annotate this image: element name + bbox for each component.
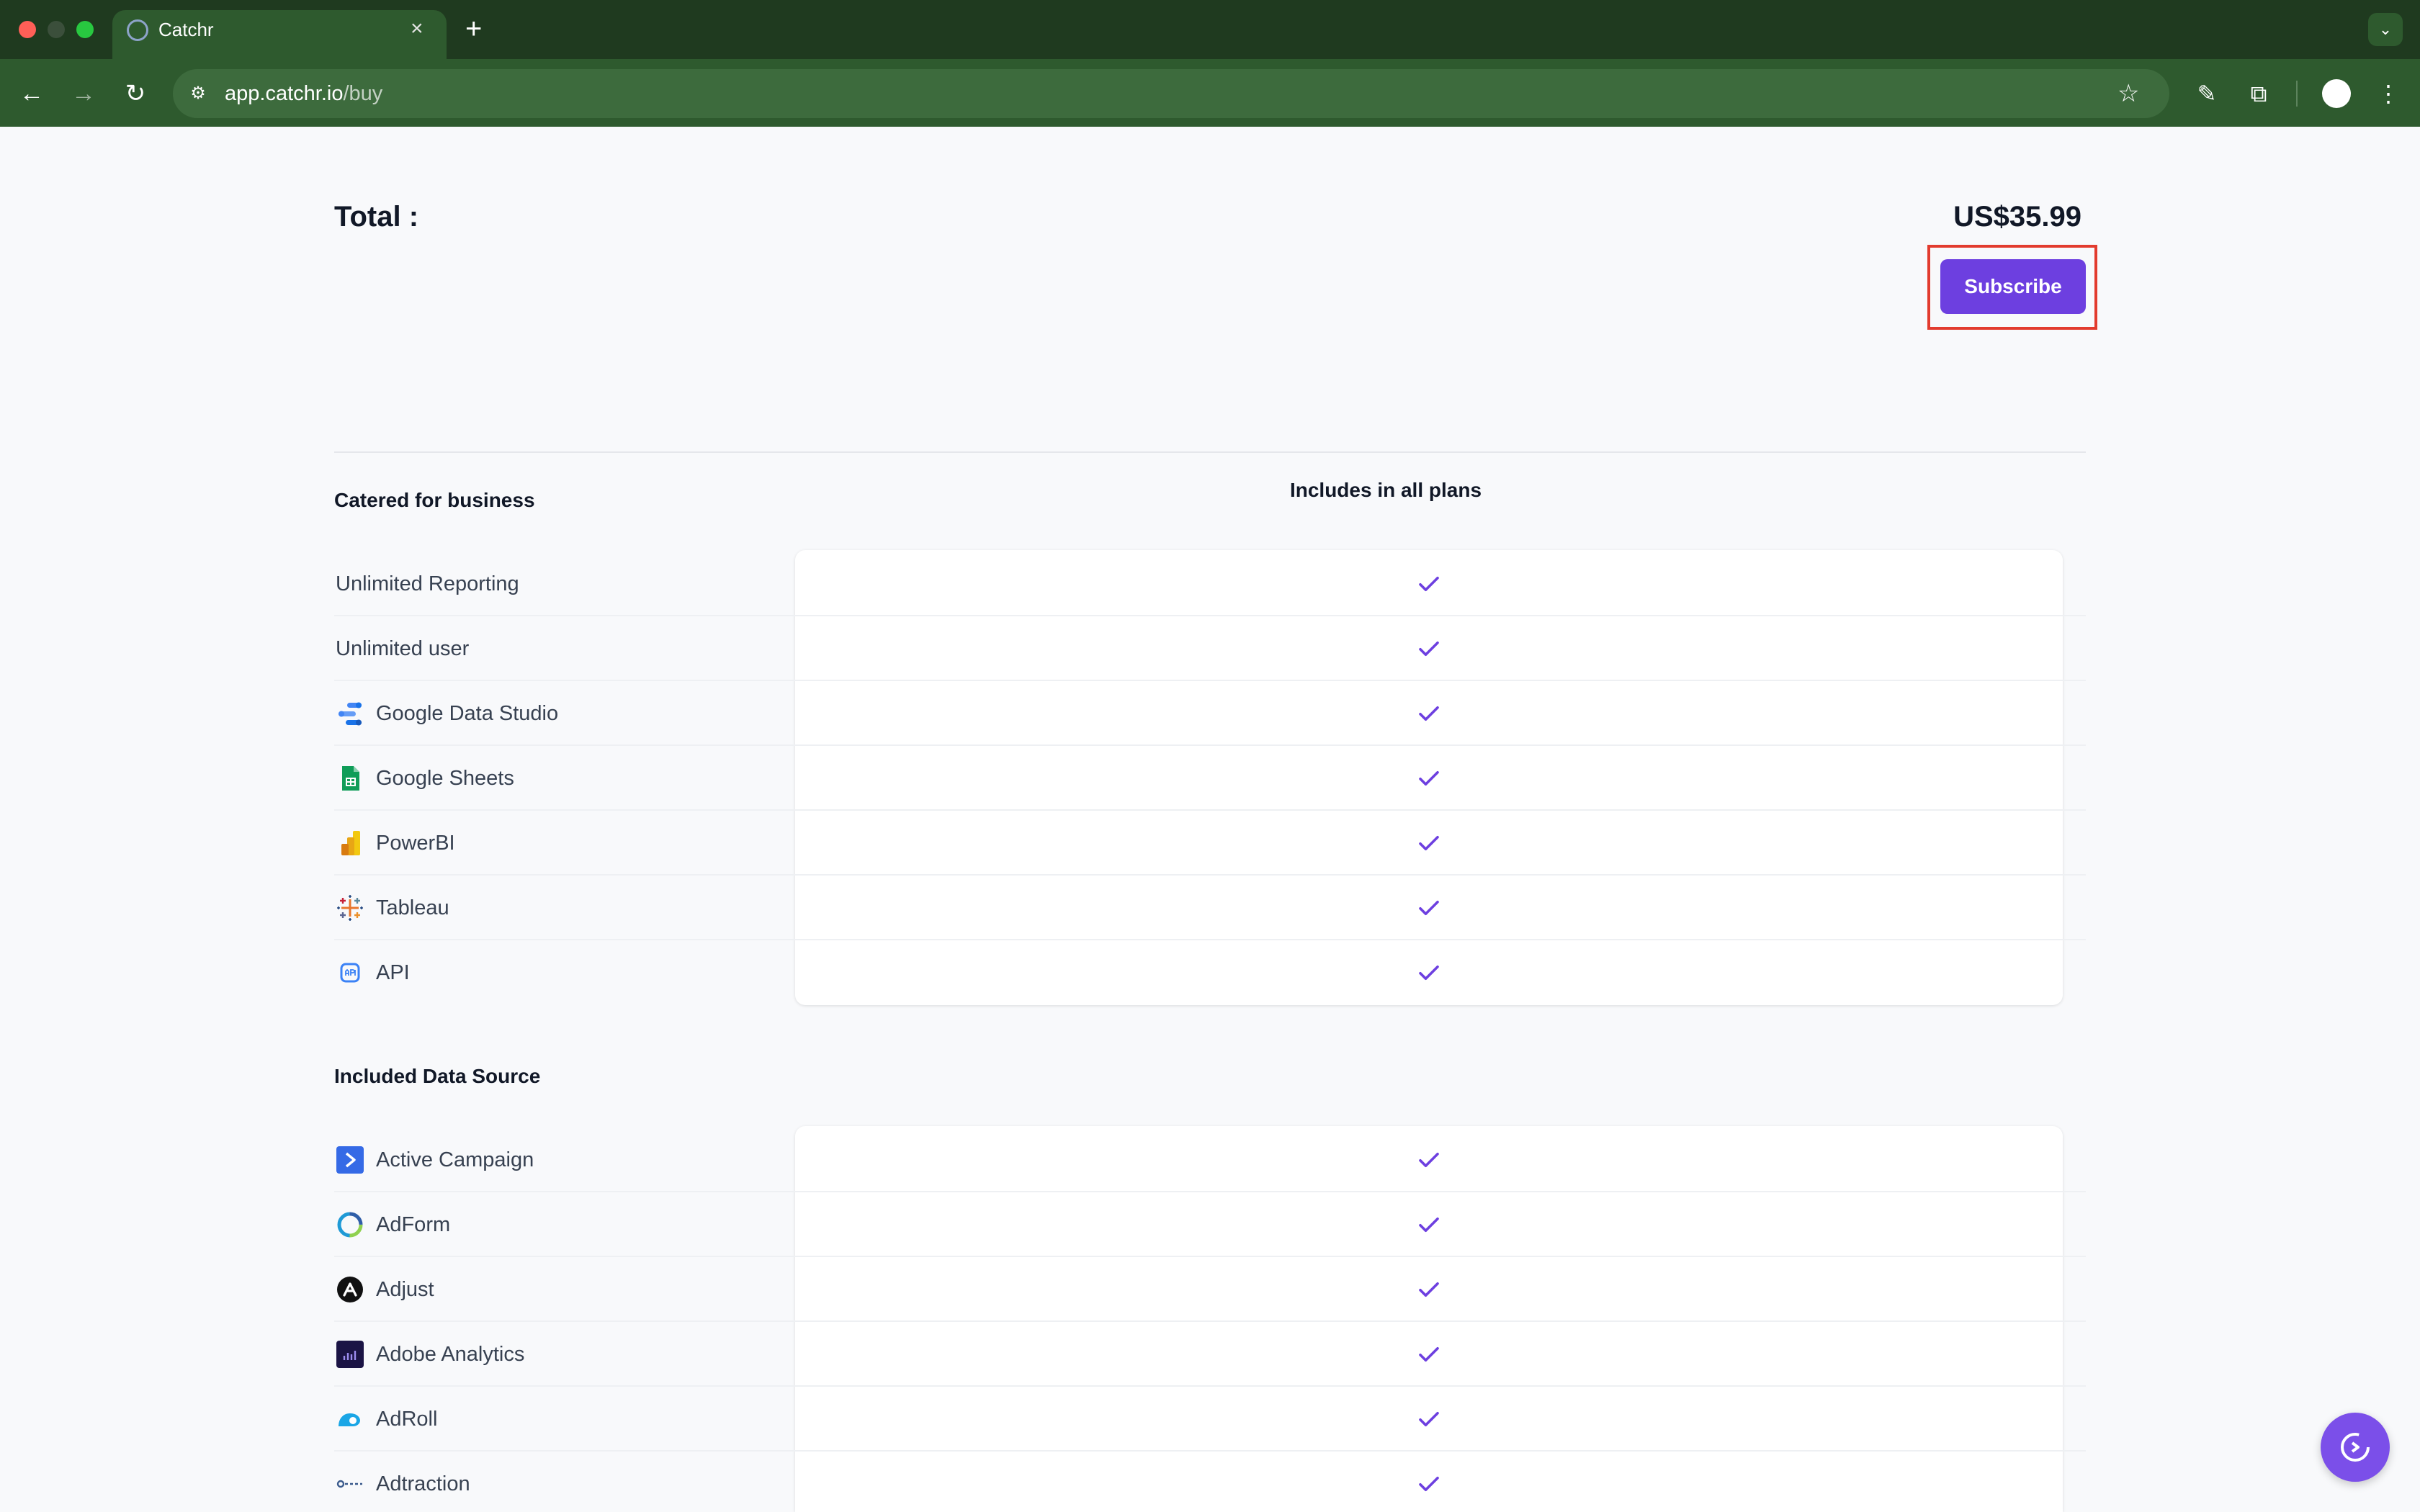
api-icon — [340, 963, 360, 983]
feature-row-google-sheets: Google Sheets — [334, 746, 2086, 811]
feature-label: API — [376, 961, 410, 984]
datasource-row-adform: AdForm — [334, 1192, 2086, 1257]
datasource-label: Adtraction — [376, 1472, 470, 1495]
feature-label: Unlimited Reporting — [336, 572, 519, 595]
check-icon — [1419, 1411, 1439, 1427]
adtraction-icon — [336, 1480, 362, 1488]
powerbi-icon — [341, 831, 360, 855]
new-tab-button[interactable]: + — [465, 13, 482, 45]
datasource-label: Adjust — [376, 1278, 434, 1301]
total-price: US$35.99 — [1953, 201, 2081, 233]
google-sheets-icon — [342, 766, 359, 791]
adobe-analytics-icon — [336, 1341, 364, 1368]
check-icon — [1419, 1282, 1439, 1297]
subscribe-button[interactable]: Subscribe — [1940, 259, 2086, 314]
feature-row-powerbi: PowerBI — [334, 811, 2086, 876]
bookmark-star-icon[interactable]: ☆ — [2118, 76, 2139, 111]
profile-avatar[interactable] — [2322, 79, 2351, 108]
check-icon — [1419, 1346, 1439, 1362]
active-campaign-icon — [336, 1146, 364, 1174]
tab-title: Catchr — [158, 19, 214, 40]
tab-close-icon[interactable]: × — [411, 16, 424, 42]
datasource-row-adroll: AdRoll — [334, 1387, 2086, 1452]
feature-label: Google Sheets — [376, 767, 514, 790]
adform-icon — [337, 1212, 363, 1238]
datasource-label: Active Campaign — [376, 1148, 534, 1171]
forward-arrow-icon[interactable]: → — [66, 76, 101, 111]
maximize-window-button[interactable] — [76, 21, 94, 38]
chat-launcher-button[interactable] — [2321, 1413, 2390, 1482]
tab-search-chevron-icon[interactable]: ⌄ — [2368, 13, 2403, 46]
url-host: app.catchr.io — [225, 82, 344, 105]
eyedropper-extension-icon[interactable]: ✎ — [2190, 76, 2224, 111]
datasource-section-title: Included Data Source — [334, 1065, 541, 1087]
browser-menu-icon[interactable]: ⋮ — [2371, 76, 2406, 111]
feature-label: PowerBI — [376, 832, 455, 855]
feature-row-api: API — [334, 940, 2086, 1005]
datasource-row-adtraction: Adtraction — [334, 1452, 2086, 1512]
url-text[interactable]: app.catchr.io/buy — [225, 79, 382, 108]
reload-icon[interactable]: ↻ — [118, 76, 153, 111]
check-icon — [1419, 1217, 1439, 1233]
feature-row-google-data-studio: Google Data Studio — [334, 681, 2086, 746]
check-icon — [1419, 641, 1439, 657]
datasource-label: AdForm — [376, 1213, 451, 1236]
check-icon — [1419, 706, 1439, 721]
google-data-studio-icon — [339, 702, 362, 726]
total-label: Total : — [334, 201, 419, 233]
chat-catchr-icon — [2341, 1433, 2370, 1462]
check-icon — [1419, 900, 1439, 916]
section-divider — [334, 451, 2086, 453]
check-icon — [1419, 1152, 1439, 1168]
check-icon — [1419, 835, 1439, 851]
business-section-title: Catered for business — [334, 489, 535, 511]
minimize-window-button[interactable] — [48, 21, 65, 38]
back-arrow-icon[interactable]: ← — [14, 76, 49, 111]
plans-column-header: Includes in all plans — [1289, 479, 1482, 501]
check-icon — [1419, 770, 1439, 786]
feature-row-unlimited-reporting: Unlimited Reporting — [334, 552, 2086, 616]
feature-label: Google Data Studio — [376, 702, 559, 725]
close-window-button[interactable] — [19, 21, 36, 38]
adroll-icon — [339, 1413, 360, 1426]
feature-row-tableau: Tableau — [334, 876, 2086, 940]
url-path: /buy — [343, 82, 383, 105]
check-icon — [1419, 1476, 1439, 1492]
check-icon — [1419, 576, 1439, 592]
feature-label: Tableau — [376, 896, 449, 919]
feature-row-unlimited-user: Unlimited user — [334, 616, 2086, 681]
datasource-row-adobe-analytics: Adobe Analytics — [334, 1322, 2086, 1387]
datasource-row-active-campaign: Active Campaign — [334, 1128, 2086, 1192]
site-settings-icon[interactable]: ⚙ — [186, 79, 210, 108]
extensions-puzzle-icon[interactable]: ⧉ — [2241, 76, 2276, 111]
tableau-icon — [337, 895, 363, 921]
datasource-label: Adobe Analytics — [376, 1343, 525, 1366]
adjust-icon — [337, 1277, 363, 1302]
address-bar[interactable] — [173, 69, 2169, 118]
toolbar-divider — [2296, 81, 2298, 107]
datasource-label: AdRoll — [376, 1408, 438, 1431]
catchr-favicon-icon — [127, 19, 148, 41]
datasource-row-adjust: Adjust — [334, 1257, 2086, 1322]
check-icon — [1419, 965, 1439, 981]
feature-label: Unlimited user — [336, 637, 470, 660]
